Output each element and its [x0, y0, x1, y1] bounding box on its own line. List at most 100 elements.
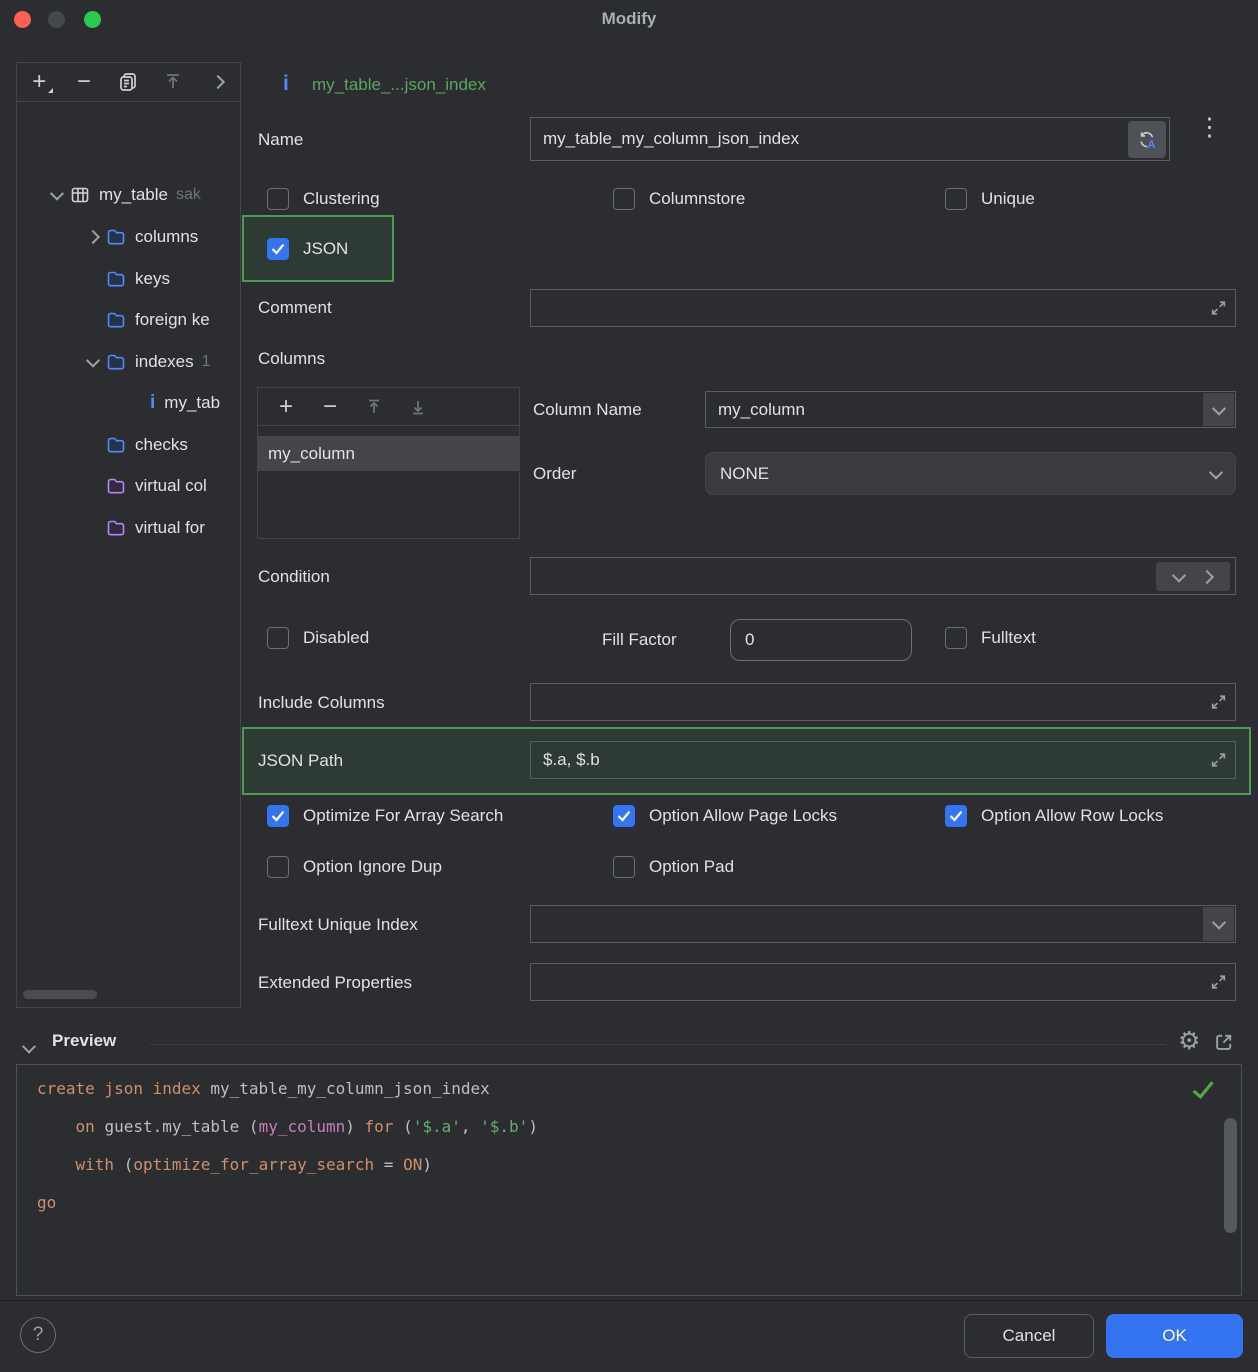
- chevron-right-icon[interactable]: [80, 232, 106, 242]
- checkbox-box: [267, 856, 289, 878]
- code-line: on guest.my_table (my_column) for ('$.a'…: [37, 1117, 538, 1136]
- folder-icon: [106, 227, 126, 247]
- expand-editor-icon[interactable]: [1210, 694, 1227, 711]
- checkbox-option-pad[interactable]: Option Pad: [613, 856, 734, 878]
- checkbox-label: Disabled: [303, 628, 369, 648]
- checkbox-box: [613, 856, 635, 878]
- expand-editor-icon[interactable]: [1210, 974, 1227, 991]
- checkbox-allow-page-locks[interactable]: Option Allow Page Locks: [613, 805, 837, 827]
- checkbox-label: Fulltext: [981, 628, 1036, 648]
- condition-label: Condition: [258, 567, 330, 587]
- preview-title: Preview: [52, 1031, 116, 1051]
- expand-editor-icon[interactable]: [1210, 300, 1227, 317]
- object-header-title: my_table_...json_index: [312, 75, 486, 95]
- folder-icon: [106, 476, 126, 496]
- column-name-combobox[interactable]: my_column: [705, 391, 1236, 428]
- folder-icon: [106, 352, 126, 372]
- help-icon[interactable]: ?: [20, 1317, 56, 1353]
- tree-item-suffix: sak: [176, 186, 201, 204]
- tree-item-label: foreign ke: [135, 310, 210, 330]
- checkbox-allow-row-locks[interactable]: Option Allow Row Locks: [945, 805, 1163, 827]
- cancel-button[interactable]: Cancel: [964, 1314, 1094, 1358]
- collapse-preview-icon[interactable]: [24, 1038, 34, 1058]
- condition-input[interactable]: [530, 557, 1236, 595]
- comment-input[interactable]: [530, 289, 1236, 327]
- duplicate-icon[interactable]: [106, 65, 151, 99]
- checkbox-fulltext[interactable]: Fulltext: [945, 627, 1036, 649]
- chevron-down-icon[interactable]: [1174, 567, 1184, 587]
- remove-icon[interactable]: −: [62, 65, 107, 99]
- move-down-icon[interactable]: [396, 390, 440, 424]
- checkbox-label: Option Pad: [649, 857, 734, 877]
- index-icon: i: [150, 392, 155, 414]
- kebab-menu-icon[interactable]: ⋮: [1197, 121, 1222, 134]
- remove-column-icon[interactable]: −: [308, 390, 352, 424]
- checkbox-box: [945, 188, 967, 210]
- json-path-label: JSON Path: [258, 751, 343, 771]
- dialog-footer: ? Cancel OK: [0, 1300, 1258, 1372]
- condition-buttons[interactable]: [1156, 562, 1230, 591]
- export-icon[interactable]: [151, 65, 196, 99]
- tree-item-my-table[interactable]: my_table sak: [18, 174, 266, 216]
- checkbox-columnstore[interactable]: Columnstore: [613, 188, 745, 210]
- chevron-down-icon[interactable]: [1203, 907, 1234, 941]
- json-path-input[interactable]: $.a, $.b: [530, 741, 1236, 779]
- expand-tree-icon[interactable]: [195, 65, 240, 99]
- include-columns-input[interactable]: [530, 683, 1236, 721]
- checkbox-box: [945, 627, 967, 649]
- fill-factor-input[interactable]: 0: [730, 619, 912, 661]
- regenerate-name-icon[interactable]: A: [1128, 121, 1166, 158]
- svg-text:A: A: [1148, 139, 1156, 151]
- checkbox-ignore-dup[interactable]: Option Ignore Dup: [267, 856, 442, 878]
- columns-list-item-selected[interactable]: my_column: [258, 436, 519, 471]
- checkbox-optimize-array-search[interactable]: Optimize For Array Search: [267, 805, 503, 827]
- object-tree-panel: + − my_table sak: [16, 62, 241, 1008]
- checkbox-clustering[interactable]: Clustering: [267, 188, 380, 210]
- vertical-scrollbar[interactable]: [1224, 1118, 1237, 1233]
- ok-button[interactable]: OK: [1106, 1314, 1243, 1358]
- add-column-icon[interactable]: +: [264, 390, 308, 424]
- folder-icon: [106, 435, 126, 455]
- folder-icon: [106, 310, 126, 330]
- checkbox-label: Option Allow Row Locks: [981, 806, 1163, 826]
- checkbox-label: Option Allow Page Locks: [649, 806, 837, 826]
- columns-toolbar: + −: [258, 388, 519, 426]
- folder-icon: [106, 518, 126, 538]
- checkbox-unique[interactable]: Unique: [945, 188, 1035, 210]
- order-combobox[interactable]: NONE: [705, 452, 1236, 495]
- move-up-icon[interactable]: [352, 390, 396, 424]
- code-line: go: [37, 1193, 56, 1212]
- chevron-down-icon[interactable]: [44, 190, 70, 200]
- checkbox-box: [945, 805, 967, 827]
- checkbox-box: [267, 188, 289, 210]
- order-label: Order: [533, 464, 576, 484]
- name-label: Name: [258, 130, 303, 150]
- checkbox-disabled[interactable]: Disabled: [267, 627, 369, 649]
- columns-list-panel: + − my_column: [257, 387, 520, 539]
- fulltext-unique-index-combobox[interactable]: [530, 905, 1236, 943]
- index-icon: i: [283, 72, 289, 96]
- open-in-new-window-icon[interactable]: [1214, 1032, 1234, 1052]
- checkbox-label: Unique: [981, 189, 1035, 209]
- chevron-down-icon[interactable]: [80, 357, 106, 367]
- checkbox-json[interactable]: JSON: [267, 238, 348, 260]
- checkbox-box: [267, 627, 289, 649]
- checkbox-label: JSON: [303, 239, 348, 259]
- horizontal-scrollbar[interactable]: [23, 990, 97, 999]
- checkbox-label: Optimize For Array Search: [303, 806, 503, 826]
- chevron-right-icon[interactable]: [1202, 567, 1212, 587]
- expand-editor-icon[interactable]: [1210, 752, 1227, 769]
- tree-item-label: indexes: [135, 352, 194, 372]
- sql-preview-editor[interactable]: create json index my_table_my_column_jso…: [16, 1064, 1242, 1296]
- tree-toolbar: + −: [17, 63, 240, 102]
- checkbox-box: [267, 238, 289, 260]
- gear-icon[interactable]: ⚙: [1178, 1026, 1200, 1056]
- name-input[interactable]: my_table_my_column_json_index A: [530, 117, 1170, 161]
- fill-factor-label: Fill Factor: [602, 630, 677, 650]
- preview-header: Preview ⚙: [0, 1028, 1258, 1060]
- add-icon[interactable]: +: [17, 65, 62, 99]
- valid-check-icon: [1191, 1079, 1215, 1101]
- checkbox-box: [613, 805, 635, 827]
- extended-properties-input[interactable]: [530, 963, 1236, 1001]
- chevron-down-icon[interactable]: [1203, 393, 1234, 426]
